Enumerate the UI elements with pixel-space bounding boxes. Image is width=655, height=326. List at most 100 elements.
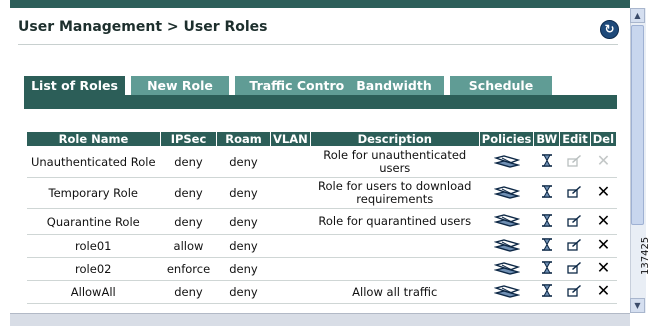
page-breadcrumb: User Management > User Roles [18,19,268,35]
hourglass-icon[interactable] [541,213,552,227]
edit-cell [559,146,591,178]
policies-icon[interactable] [492,238,521,252]
bw-cell [533,234,561,258]
scroll-down-arrow-icon[interactable]: ▼ [630,298,645,313]
edit-cell [559,177,591,209]
bw-cell [533,257,561,281]
del-cell: ✕ [590,146,618,178]
top-border [10,0,630,8]
roam-cell: deny [216,146,271,178]
delete-icon: ✕ [596,151,611,170]
ipsec-cell: deny [160,146,217,178]
roam-cell: deny [216,280,271,304]
tab-bandwidth[interactable]: Bandwidth [344,76,444,95]
table-row: Unauthenticated Role deny deny Role for una… [26,146,618,178]
col-policies: Policies [478,131,535,147]
table-row: role02 enforce deny ✕ [26,257,618,281]
del-cell: ✕ [590,257,618,281]
edit-cell [559,234,591,258]
refresh-icon[interactable]: ↻ [600,20,619,39]
role-name-cell: role01 [26,234,161,258]
edit-cell [559,280,591,304]
scroll-up-arrow-icon[interactable]: ▲ [630,8,645,23]
description-cell: Allow all traffic [310,280,480,304]
roam-cell: deny [216,257,271,281]
col-bw: BW [533,131,561,147]
col-role-name[interactable]: Role Name [26,131,161,147]
policies-icon[interactable] [492,261,521,275]
edit-icon[interactable] [567,185,582,198]
vlan-cell [270,146,311,178]
edit-icon[interactable] [567,238,582,251]
policies-cell [479,177,535,209]
role-name-cell: Temporary Role [26,177,161,209]
hourglass-icon[interactable] [541,284,552,297]
role-name-cell: Quarantine Role [26,208,161,235]
edit-icon [567,154,582,167]
col-vlan[interactable]: VLAN [270,131,311,147]
del-cell: ✕ [590,177,618,209]
tab-list-of-roles[interactable]: List of Roles [24,76,125,95]
table-row: Quarantine Role deny deny Role for quaranti… [26,208,618,235]
edit-cell [559,208,591,235]
delete-icon[interactable]: ✕ [597,237,610,253]
bw-cell [533,146,561,178]
description-cell [310,234,480,258]
ipsec-cell: allow [160,234,217,258]
ipsec-cell: deny [160,177,217,209]
roam-cell: deny [216,177,271,209]
tab-new-role[interactable]: New Role [131,76,229,95]
role-name-cell: role02 [26,257,161,281]
ipsec-cell: deny [160,280,217,304]
del-cell: ✕ [590,208,618,235]
table-row: Temporary Role deny deny Role for users to … [26,177,618,209]
hourglass-icon[interactable] [541,238,552,251]
del-cell: ✕ [590,234,618,258]
policies-icon[interactable] [492,284,521,298]
policies-cell [479,234,535,258]
bw-cell [533,177,561,209]
delete-icon[interactable]: ✕ [597,283,610,299]
delete-icon[interactable]: ✕ [597,260,610,276]
policies-icon[interactable] [492,213,521,227]
bw-cell [533,280,561,304]
vlan-cell [270,257,311,281]
delete-icon[interactable]: ✕ [597,212,610,228]
policies-cell [479,280,535,304]
hourglass-icon[interactable] [541,261,552,274]
header-divider [18,44,618,45]
roam-cell: deny [216,234,271,258]
col-description[interactable]: Description [309,131,480,147]
vlan-cell [270,234,311,258]
description-cell: Role for users to download requirements [310,177,480,209]
col-ipsec[interactable]: IPSec [160,131,217,147]
figure-number: 137425 [640,236,651,275]
ipsec-cell: deny [160,208,217,235]
policies-icon[interactable] [492,185,521,199]
roam-cell: deny [216,208,271,235]
ipsec-cell: enforce [160,257,217,281]
col-roam[interactable]: Roam [216,131,271,147]
table-header-row: Role Name IPSec Roam VLAN Description Po… [26,131,618,147]
hourglass-icon[interactable] [541,154,552,167]
col-del: Del [589,131,618,147]
hourglass-icon[interactable] [541,185,552,198]
edit-icon[interactable] [567,261,582,274]
policies-cell [479,146,535,178]
edit-icon[interactable] [567,214,582,227]
description-cell: Role for quarantined users [310,208,480,235]
delete-icon[interactable]: ✕ [597,184,610,200]
policies-icon[interactable] [492,154,521,168]
scroll-thumb[interactable] [631,25,644,225]
edit-cell [559,257,591,281]
tab-schedule[interactable]: Schedule [450,76,552,95]
description-cell: Role for unauthenticated users [310,146,480,178]
edit-icon[interactable] [567,284,582,297]
policies-cell [479,208,535,235]
role-name-cell: AllowAll [26,280,161,304]
horizontal-scrollbar[interactable] [10,313,630,326]
vlan-cell [270,177,311,209]
vlan-cell [270,208,311,235]
roles-table: Role Name IPSec Roam VLAN Description Po… [26,131,618,304]
table-row: role01 allow deny ✕ [26,234,618,258]
